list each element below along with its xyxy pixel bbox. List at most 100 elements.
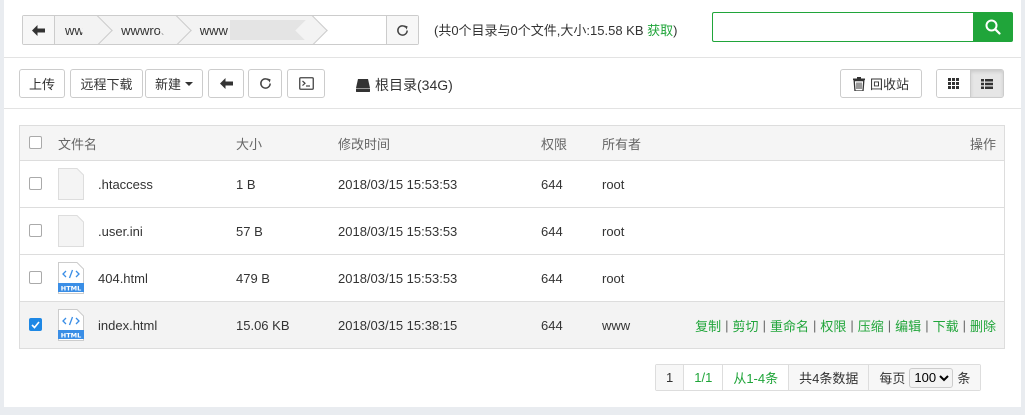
arrow-left-icon [32, 24, 45, 36]
per-page-label: 每页 [879, 371, 906, 386]
view-mode-toggle [936, 69, 1004, 98]
page-current-button[interactable]: 1 [656, 365, 684, 390]
directory-info-close: ) [673, 23, 678, 38]
new-dropdown-button[interactable]: 新建 [145, 69, 203, 98]
row-operations: 复制 | 剪切 | 重命名 | 权限 | 压缩 | 编辑 | 下载 | 删除 [695, 302, 996, 348]
file-size: 15.06 KB [236, 317, 290, 333]
op-cut-link[interactable]: 剪切 [733, 316, 759, 335]
breadcrumb-label: www [199, 22, 228, 38]
per-page-select[interactable]: 100 [909, 367, 954, 388]
fetch-size-link[interactable]: 获取 [647, 23, 673, 38]
file-name[interactable]: 404.html [98, 271, 148, 286]
path-back-button[interactable] [23, 16, 55, 44]
redacted-path-segment [229, 20, 308, 40]
file-name-cell: HTML 404.html [58, 255, 148, 301]
file-size: 1 B [236, 176, 256, 192]
header-operations: 操作 [969, 136, 996, 152]
file-icon [58, 168, 84, 200]
op-permission-link[interactable]: 权限 [820, 316, 846, 335]
directory-info-text: (共0个目录与0个文件,大小:15.58 KB [434, 23, 648, 38]
html-file-icon: HTML [58, 309, 84, 341]
root-dir-text: 根目录(34G) [375, 77, 453, 93]
file-owner: www [602, 317, 631, 333]
file-mtime: 2018/03/15 15:53:53 [338, 176, 458, 192]
row-checkbox[interactable] [29, 177, 42, 190]
file-permission: 644 [541, 176, 563, 192]
breadcrumb: www wwwroot www [55, 16, 386, 44]
op-delete-link[interactable]: 删除 [970, 316, 996, 335]
file-permission: 644 [541, 317, 563, 333]
file-name-cell: HTML index.html [58, 302, 157, 348]
select-all-checkbox[interactable] [29, 136, 42, 149]
header-size[interactable]: 大小 [236, 126, 262, 160]
table-row[interactable]: .user.ini 57 B 2018/03/15 15:53:53 644 r… [20, 207, 1004, 254]
recycle-bin-label: 回收站 [869, 77, 909, 92]
header-time[interactable]: 修改时间 [338, 126, 390, 160]
file-owner: root [602, 176, 625, 192]
new-label: 新建 [154, 77, 181, 92]
list-icon [980, 78, 993, 89]
refresh-icon [259, 78, 271, 89]
op-separator: | [962, 317, 966, 333]
file-name[interactable]: index.html [98, 318, 157, 333]
file-icon [58, 215, 84, 247]
breadcrumb-item[interactable]: www [55, 16, 100, 44]
table-row[interactable]: .htaccess 1 B 2018/03/15 15:53:53 644 ro… [20, 160, 1004, 207]
path-bar: www wwwroot www [22, 15, 419, 45]
grid-icon [947, 78, 959, 89]
search-button[interactable] [973, 12, 1013, 42]
checkmark-icon [31, 320, 40, 329]
arrow-left-icon [219, 78, 233, 89]
list-view-button[interactable] [969, 70, 1003, 97]
op-separator: | [887, 317, 892, 333]
path-refresh-button[interactable] [386, 16, 418, 44]
page-range: 从1-4条 [722, 365, 789, 390]
breadcrumb-item[interactable]: www [177, 16, 314, 44]
remote-download-button[interactable]: 远程下载 [70, 69, 143, 98]
back-button[interactable] [208, 69, 244, 98]
svg-text:HTML: HTML [61, 284, 81, 292]
op-compress-link[interactable]: 压缩 [858, 316, 884, 335]
file-name[interactable]: .user.ini [98, 224, 143, 239]
breadcrumb-label: wwwroot [121, 22, 172, 38]
directory-info: (共0个目录与0个文件,大小:15.58 KB 获取) [434, 20, 677, 39]
caret-down-icon [185, 81, 193, 86]
file-size: 479 B [236, 270, 270, 286]
file-name-cell: .user.ini [58, 208, 143, 254]
file-table: 文件名 大小 修改时间 权限 所有者 操作 .htaccess 1 B 2018… [19, 125, 1005, 349]
file-name[interactable]: .htaccess [98, 177, 153, 192]
search-input[interactable] [712, 12, 974, 42]
row-checkbox-checked[interactable] [29, 318, 42, 331]
op-separator: | [812, 317, 817, 333]
file-size: 57 B [236, 223, 263, 239]
root-directory-label[interactable]: 根目录(34G) [356, 75, 453, 95]
row-checkbox[interactable] [29, 224, 42, 237]
remote-download-label: 远程下载 [80, 77, 133, 92]
op-copy-link[interactable]: 复制 [695, 316, 721, 335]
file-permission: 644 [541, 223, 563, 239]
op-edit-link[interactable]: 编辑 [895, 316, 921, 335]
search-icon [985, 19, 1001, 35]
row-checkbox[interactable] [29, 271, 42, 284]
op-rename-link[interactable]: 重命名 [770, 316, 809, 335]
recycle-bin-button[interactable]: 回收站 [840, 69, 922, 98]
op-separator: | [925, 317, 929, 333]
file-owner: root [602, 223, 625, 239]
header-permission: 权限 [541, 136, 568, 152]
table-row[interactable]: HTML index.html 15.06 KB 2018/03/15 15:3… [20, 301, 1004, 348]
file-owner: root [602, 270, 625, 286]
op-separator: | [725, 317, 729, 333]
grid-view-button[interactable] [937, 70, 970, 97]
file-manager-panel: www wwwroot www (共0个目录与0个文件,大小:15.58 KB … [4, 0, 1021, 407]
upload-button[interactable]: 上传 [19, 69, 65, 98]
toolbar: 上传 远程下载 新建 根目录(34G) 回收站 [4, 57, 1021, 109]
terminal-button[interactable] [287, 69, 325, 98]
file-mtime: 2018/03/15 15:53:53 [338, 270, 458, 286]
table-row[interactable]: HTML 404.html 479 B 2018/03/15 15:53:53 … [20, 254, 1004, 301]
op-download-link[interactable]: 下载 [933, 316, 959, 335]
op-separator: | [850, 317, 854, 333]
refresh-button[interactable] [248, 69, 282, 98]
disk-icon [356, 78, 370, 92]
per-page-control: 每页 100 条 [868, 365, 981, 390]
header-name[interactable]: 文件名 [58, 126, 97, 160]
